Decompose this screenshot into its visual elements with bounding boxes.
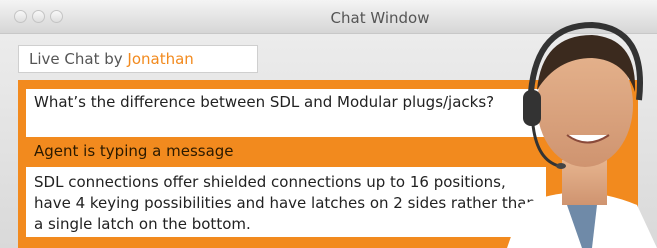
chat-window: Chat Window Live Chat by Jonathan What’s… [0, 0, 657, 248]
agent-name: Jonathan [127, 50, 194, 68]
tab-prefix: Live Chat by [29, 50, 128, 68]
agent-message: SDL connections offer shielded connectio… [26, 167, 546, 237]
typing-status: Agent is typing a message [34, 142, 234, 160]
chat-tab[interactable]: Live Chat by Jonathan [18, 45, 258, 73]
user-message: What’s the difference between SDL and Mo… [26, 89, 546, 137]
agent-photo [507, 21, 657, 248]
